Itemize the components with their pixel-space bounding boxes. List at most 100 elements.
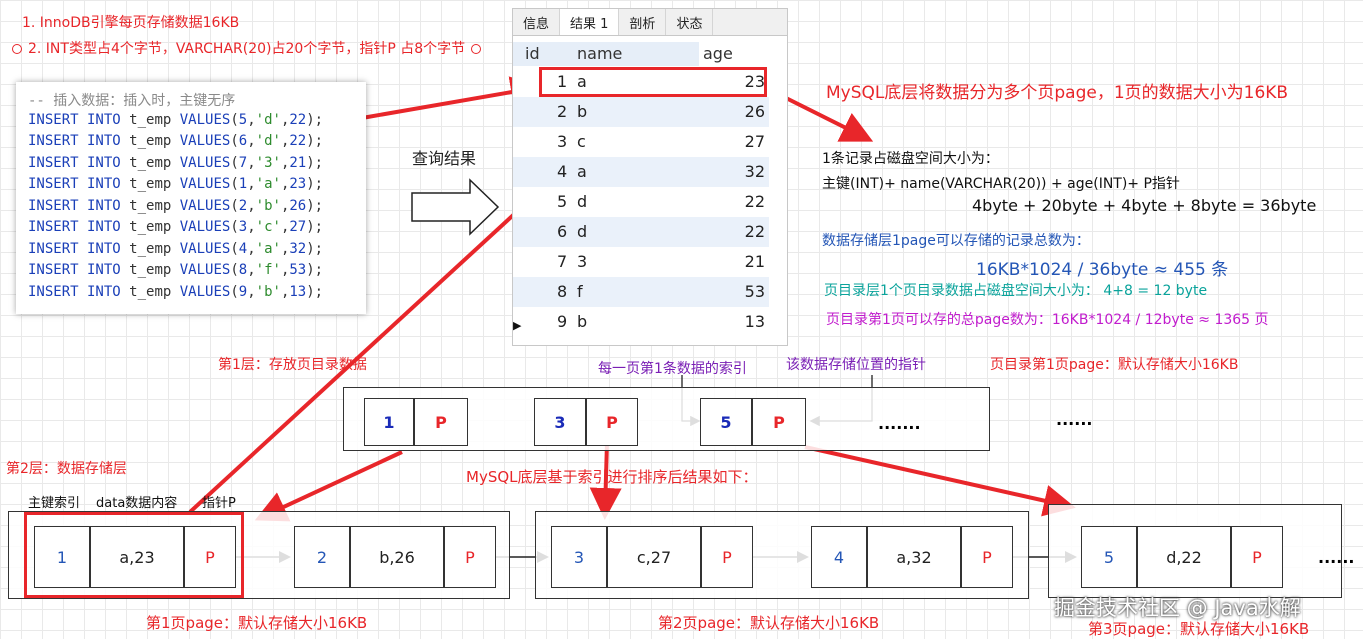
record-key: 5 <box>1081 526 1137 588</box>
page-capacity-calc: 16KB*1024 / 36byte ≈ 455 条 <box>976 260 1229 280</box>
cell-name: d <box>577 192 588 211</box>
column-id[interactable]: id <box>525 44 540 63</box>
cell-id: 5 <box>557 192 568 211</box>
cell-age: 27 <box>744 132 765 151</box>
result-row[interactable]: 4 a 32 <box>513 157 769 187</box>
tab-status[interactable]: 状态 <box>666 9 714 35</box>
result-row[interactable]: 6 d 22 <box>513 217 769 247</box>
record-size-bytes: 4byte + 20byte + 4byte + 8byte = 36byte <box>972 196 1317 215</box>
cell-id: 6 <box>557 222 568 241</box>
cell-id: 7 <box>557 252 568 271</box>
sql-insert-line: INSERT INTO t_emp VALUES(7,'3',21); <box>28 154 324 171</box>
record-data: c,27 <box>607 526 701 588</box>
record-data: a,23 <box>90 526 184 588</box>
tab-result-1[interactable]: 结果 1 <box>560 9 620 35</box>
cell-age: 53 <box>744 282 765 301</box>
tab-info[interactable]: 信息 <box>513 9 561 35</box>
sql-insert-line: INSERT INTO t_emp VALUES(1,'a',23); <box>28 176 324 192</box>
circle-icon <box>471 44 482 54</box>
cell-name: b <box>577 312 588 331</box>
note-type-sizes: 2. INT类型占4个字节，VARCHAR(20)占20个字节，指针P 占8个字… <box>12 38 482 58</box>
cell-name: 3 <box>577 252 588 271</box>
cell-id: 4 <box>557 162 568 181</box>
record-pointer: P <box>961 526 1013 588</box>
layer2-label: 第2层：数据存储层 <box>6 461 127 477</box>
directory-page-count: 页目录第1页可以存的总page数为：16KB*1024 / 12byte ≈ 1… <box>826 312 1269 328</box>
sql-insert-line: INSERT INTO t_emp VALUES(3,'c',27); <box>28 219 324 235</box>
mysql-page-title: MySQL底层将数据分为多个页page，1页的数据大小为16KB <box>826 83 1289 103</box>
record-key: 1 <box>34 526 90 588</box>
record-key: 4 <box>811 526 867 588</box>
page2-note: 第2页page：默认存储大小16KB <box>658 614 880 632</box>
sql-comment: -- 插入数据：插入时，主键无序 <box>28 93 236 109</box>
page-ellipsis: ...... <box>1318 548 1355 567</box>
record-pointer: P <box>184 526 236 588</box>
result-row[interactable]: 8 f 53 <box>513 277 769 307</box>
result-row[interactable]: 9 b 13 <box>513 307 769 337</box>
highlight-row-box <box>539 67 767 97</box>
result-row[interactable]: 5 d 22 <box>513 187 769 217</box>
record-key: 2 <box>294 526 350 588</box>
result-row[interactable]: 2 b 26 <box>513 97 769 127</box>
dir-key-1: 1 <box>364 398 414 446</box>
sql-insert-line: INSERT INTO t_emp VALUES(2,'b',26); <box>28 197 324 214</box>
index-note: 每一页第1条数据的索引 <box>598 361 747 377</box>
dir-ptr-1: P <box>414 398 468 446</box>
result-row[interactable]: 7 3 21 <box>513 247 769 277</box>
sql-insert-line: INSERT INTO t_emp VALUES(6,'d',22); <box>28 133 324 149</box>
sql-insert-line: INSERT INTO t_emp VALUES(5,'d',22); <box>28 111 324 128</box>
sql-insert-line: INSERT INTO t_emp VALUES(4,'a',32); <box>28 240 324 257</box>
cell-id: 8 <box>557 282 568 301</box>
tab-profile[interactable]: 剖析 <box>619 9 667 35</box>
cell-age: 21 <box>744 252 765 271</box>
header-pointer: 指针P <box>202 496 236 511</box>
layer1-label: 第1层：存放页目录数据 <box>218 357 367 373</box>
cell-id: 2 <box>557 102 568 121</box>
sql-insert-line: INSERT INTO t_emp VALUES(9,'b',13); <box>28 283 324 300</box>
column-name[interactable]: name <box>577 44 622 63</box>
note-innodb: 1. InnoDB引擎每页存储数据16KB <box>22 15 240 31</box>
cell-name: d <box>577 222 588 241</box>
page1-note: 第1页page：默认存储大小16KB <box>146 614 368 632</box>
page-capacity-title: 数据存储层1page可以存储的记录总数为： <box>822 233 1090 249</box>
header-data: data数据内容 <box>96 496 178 511</box>
pointer-note: 该数据存储位置的指针 <box>786 357 926 373</box>
dir-key-3: 3 <box>534 398 586 446</box>
cell-id: 3 <box>557 132 568 151</box>
record-pointer: P <box>1231 526 1283 588</box>
record-data: b,26 <box>350 526 444 588</box>
cell-age: 22 <box>744 222 765 241</box>
dir-ptr-3: P <box>586 398 638 446</box>
record-data: a,32 <box>867 526 961 588</box>
cell-name: c <box>577 132 586 151</box>
record-pointer: P <box>444 526 496 588</box>
sql-insert-card: -- 插入数据：插入时，主键无序 INSERT INTO t_emp VALUE… <box>16 82 366 314</box>
dir-ellipsis-outer: ...... <box>1056 410 1093 429</box>
circle-icon <box>12 44 22 54</box>
dir-ellipsis-inner: ....... <box>878 414 921 433</box>
dir-ptr-5: P <box>752 398 806 446</box>
sql-insert-line: INSERT INTO t_emp VALUES(8,'f',53); <box>28 262 324 278</box>
row-pointer-icon: ▶ <box>513 319 522 332</box>
cell-age: 22 <box>744 192 765 211</box>
cell-age: 32 <box>744 162 765 181</box>
header-primary-key: 主键索引 <box>28 496 81 511</box>
record-size-formula: 主键(INT)+ name(VARCHAR(20)) + age(INT)+ P… <box>822 176 1180 192</box>
cell-name: b <box>577 102 588 121</box>
column-age[interactable]: age <box>703 44 733 63</box>
result-row[interactable]: 3 c 27 <box>513 127 769 157</box>
directory-entry-size: 页目录层1个页目录数据占磁盘空间大小为： 4+8 = 12 byte <box>824 283 1208 299</box>
query-result-label: 查询结果 <box>412 149 477 168</box>
sort-note: MySQL底层基于索引进行排序后结果如下： <box>466 468 758 486</box>
result-column-header: id name age <box>513 42 787 66</box>
cell-name: f <box>577 282 583 301</box>
query-result-window: 信息 结果 1 剖析 状态 id name age 1 a 23 2 b 26 3 c 27 4 a… <box>512 8 788 346</box>
cell-name: a <box>577 162 587 181</box>
cell-age: 13 <box>744 312 765 331</box>
record-pointer: P <box>701 526 753 588</box>
record-key: 3 <box>551 526 607 588</box>
record-data: d,22 <box>1137 526 1231 588</box>
watermark: 掘金技术社区 @ Java水解 <box>1054 596 1301 620</box>
record-size-title: 1条记录占磁盘空间大小为： <box>822 151 999 167</box>
cell-id: 9 <box>557 312 568 331</box>
